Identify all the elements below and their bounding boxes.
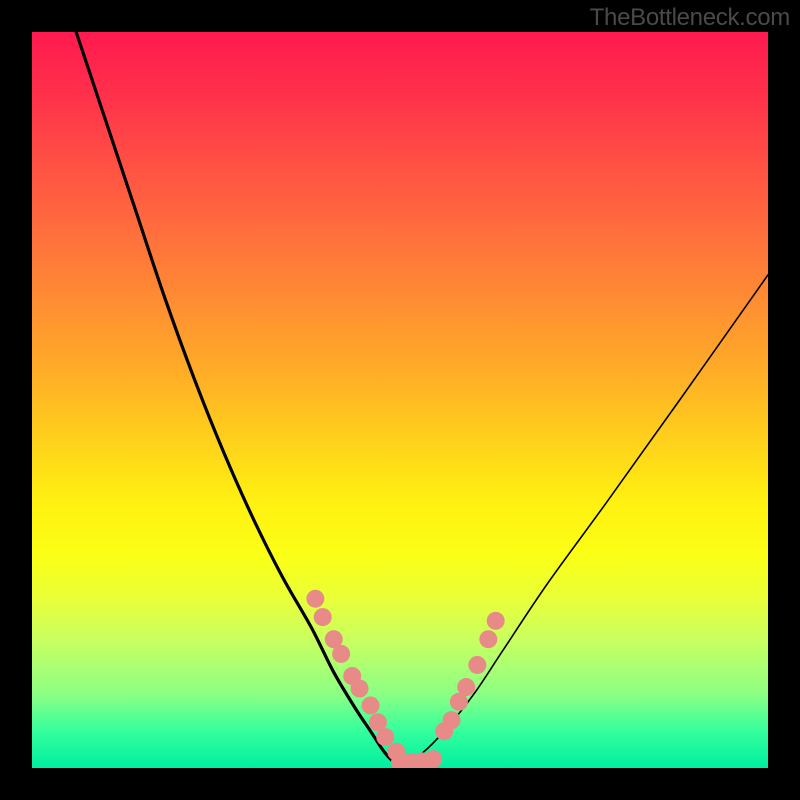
data-marker	[479, 630, 497, 648]
data-marker	[443, 711, 461, 729]
data-marker	[487, 612, 505, 630]
data-marker	[457, 678, 475, 696]
data-marker	[332, 645, 350, 663]
data-marker	[468, 656, 486, 674]
chart-svg	[32, 32, 768, 768]
data-marker	[424, 750, 442, 768]
plot-area	[32, 32, 768, 768]
chart-frame: TheBottleneck.com	[0, 0, 800, 800]
watermark-text: TheBottleneck.com	[590, 4, 790, 32]
curve-layer	[76, 32, 768, 768]
data-marker	[306, 590, 324, 608]
data-marker	[376, 728, 394, 746]
curve-left-curve	[76, 32, 400, 768]
data-marker	[351, 680, 369, 698]
data-marker	[362, 696, 380, 714]
data-marker	[314, 608, 332, 626]
